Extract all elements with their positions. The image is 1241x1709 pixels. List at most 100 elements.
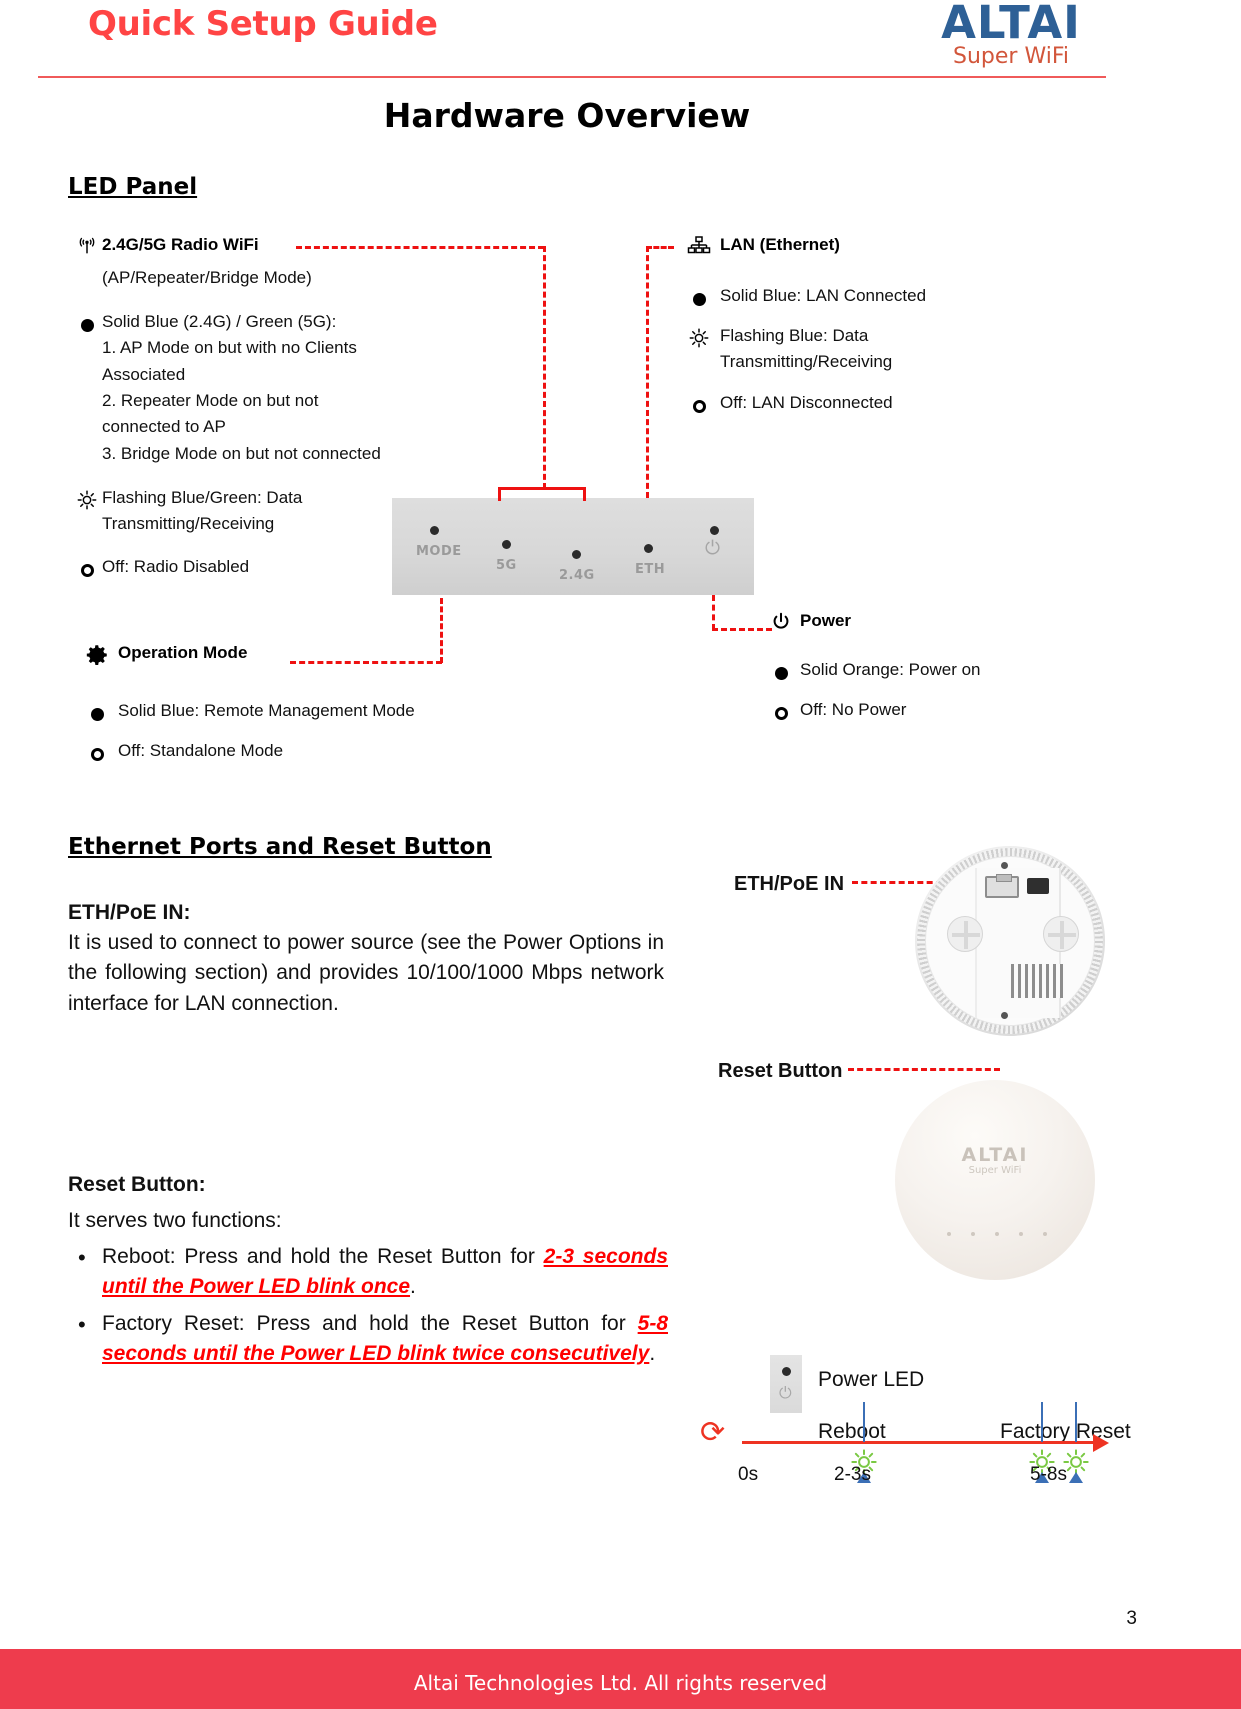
- strip-mode-led: [430, 526, 439, 535]
- lan-title-row: LAN (Ethernet): [678, 232, 1078, 265]
- radio-wifi-subtitle: (AP/Repeater/Bridge Mode): [102, 267, 312, 287]
- device-logo: ALTAI: [961, 1144, 1029, 1166]
- lan-state-solid: Solid Blue: LAN Connected: [678, 283, 1078, 309]
- rj45-port-icon: [985, 874, 1019, 898]
- radio-flashing-line-2: Transmitting/Receiving: [102, 514, 275, 534]
- radio-solid-line-3: 2. Repeater Mode on but not: [102, 390, 319, 410]
- list-item: • Reboot: Press and hold the Reset Butto…: [68, 1242, 668, 1303]
- strip-mode-label: MODE: [416, 544, 462, 559]
- small-port-icon: [1027, 878, 1049, 894]
- radio-off-label: Off: Radio Disabled: [102, 556, 250, 576]
- strip-5g-led: [502, 540, 511, 549]
- footer-copyright: Altai Technologies Ltd. All rights reser…: [413, 1671, 828, 1695]
- device-bottom-photo: [915, 846, 1105, 1036]
- bracket-left-leg: [498, 487, 501, 501]
- connector-power-vertical: [712, 595, 715, 630]
- page-title: Hardware Overview: [383, 96, 751, 135]
- power-title-row: Power: [762, 608, 1102, 641]
- radio-solid-line-4: connected to AP: [102, 417, 226, 437]
- operation-mode-off-label: Off: Standalone Mode: [118, 740, 284, 760]
- solid-dot-icon: [762, 657, 800, 683]
- reboot-cycle-icon: ⟳: [700, 1416, 726, 1449]
- eth-poe-in-body: It is used to connect to power source (s…: [68, 931, 664, 1015]
- timeline-arrowhead-icon: [1093, 1434, 1109, 1452]
- timeline-tick-0s: 0s: [738, 1464, 759, 1485]
- radio-state-solid: Solid Blue (2.4G) / Green (5G): 1. AP Mo…: [72, 309, 492, 467]
- device-vents: [1011, 964, 1065, 998]
- strip-power-led: [710, 526, 719, 535]
- led-panel-heading: LED Panel: [68, 174, 198, 200]
- power-icon: [762, 608, 800, 641]
- operation-mode-title: Operation Mode: [118, 643, 248, 662]
- timeline-arrow-factory-head-2: [1069, 1472, 1083, 1483]
- lan-block: LAN (Ethernet) Solid Blue: LAN Connected: [678, 232, 1078, 416]
- reset-button-bullets: • Reboot: Press and hold the Reset Butto…: [68, 1242, 668, 1372]
- operation-mode-solid-label: Solid Blue: Remote Management Mode: [118, 700, 415, 720]
- strip-eth-label: ETH: [635, 562, 666, 577]
- device-led-dot: [1019, 1232, 1023, 1236]
- page-root: Quick Setup Guide ALTAI Super WiFi Hardw…: [0, 0, 1241, 1709]
- strip-eth-led: [644, 544, 653, 553]
- brand-name: ALTAI: [941, 0, 1081, 49]
- screw-icon: [1043, 916, 1079, 952]
- solid-dot-icon: [72, 309, 102, 335]
- radio-wifi-title: 2.4G/5G Radio WiFi: [102, 235, 259, 254]
- operation-mode-block: Operation Mode Solid Blue: Remote Manage…: [76, 640, 556, 764]
- connector-opmode-horizontal: [290, 661, 442, 664]
- lan-state-flashing: Flashing Blue: Data Transmitting/Receivi…: [678, 323, 1078, 376]
- radio-solid-line-2: Associated: [102, 364, 186, 384]
- gear-icon: [76, 640, 118, 676]
- power-led-dot: [782, 1367, 791, 1376]
- radio-solid-line-1: 1. AP Mode on but with no Clients: [102, 338, 357, 358]
- brand-subtitle: Super WiFi: [953, 43, 1069, 69]
- timeline-axis: [742, 1441, 1097, 1444]
- reset-button-intro: It serves two functions:: [68, 1209, 282, 1232]
- brand-logo: ALTAI Super WiFi: [901, 0, 1121, 69]
- bullet-reboot-pre: Reboot: Press and hold the Reset Button …: [102, 1245, 544, 1268]
- device-led-strip-photo: MODE 5G 2.4G ETH ⏻: [392, 498, 754, 595]
- radio-solid-label: Solid Blue (2.4G) / Green (5G):: [102, 311, 337, 331]
- bullet-factory-pre: Factory Reset: Press and hold the Reset …: [102, 1311, 638, 1335]
- operation-mode-state-solid: Solid Blue: Remote Management Mode: [76, 698, 556, 724]
- power-icon: ⏻: [779, 1385, 792, 1402]
- network-tree-icon: [678, 232, 720, 265]
- callout-eth-poe-in-label: ETH/PoE IN: [734, 873, 845, 895]
- radio-solid-line-5: 3. Bridge Mode on but not connected: [102, 443, 381, 463]
- power-state-solid: Solid Orange: Power on: [762, 657, 1102, 683]
- strip-24g-led: [572, 550, 581, 559]
- radio-flashing-label: Flashing Blue/Green: Data: [102, 487, 303, 507]
- device-top-photo: ALTAI Super WiFi: [895, 1080, 1095, 1280]
- power-led-label: Power LED: [818, 1368, 925, 1391]
- connector-lan-vertical: [646, 246, 649, 498]
- callout-reset-button-label: Reset Button: [718, 1060, 843, 1082]
- operation-mode-state-off: Off: Standalone Mode: [76, 738, 556, 764]
- power-led-swatch: ⏻: [770, 1355, 802, 1413]
- device-led-dot: [947, 1232, 951, 1236]
- list-item: • Factory Reset: Press and hold the Rese…: [68, 1309, 668, 1370]
- connector-radio-vertical: [543, 246, 546, 489]
- hollow-dot-icon: [678, 390, 720, 416]
- hollow-dot-icon: [76, 738, 118, 764]
- lan-solid-label: Solid Blue: LAN Connected: [720, 285, 927, 305]
- device-led-dot: [1043, 1232, 1047, 1236]
- device-led-dot: [995, 1232, 999, 1236]
- hollow-dot-icon: [762, 697, 800, 723]
- bullet-reboot-post: .: [410, 1275, 416, 1299]
- lan-title: LAN (Ethernet): [720, 235, 840, 254]
- mount-hole-icon: [1001, 1012, 1008, 1019]
- timeline-arrow-reboot-shaft: [863, 1402, 865, 1442]
- power-solid-label: Solid Orange: Power on: [800, 659, 981, 679]
- connector-lan-horizontal: [646, 246, 674, 249]
- timeline-arrow-factory-shaft-1: [1041, 1402, 1043, 1442]
- bullet-icon: •: [78, 1245, 86, 1270]
- eth-poe-in-title: ETH/PoE IN:: [68, 901, 191, 924]
- power-off-label: Off: No Power: [800, 699, 907, 719]
- connector-opmode-vertical: [440, 598, 443, 663]
- power-icon: ⏻: [705, 538, 721, 559]
- bullet-text-reboot: Reboot: Press and hold the Reset Button …: [102, 1242, 668, 1303]
- ethernet-section-heading: Ethernet Ports and Reset Button: [68, 834, 492, 860]
- bracket-right-leg: [583, 487, 586, 501]
- header-divider: [38, 76, 1106, 78]
- wifi-signal-icon: [72, 232, 102, 265]
- hollow-dot-icon: [72, 554, 102, 580]
